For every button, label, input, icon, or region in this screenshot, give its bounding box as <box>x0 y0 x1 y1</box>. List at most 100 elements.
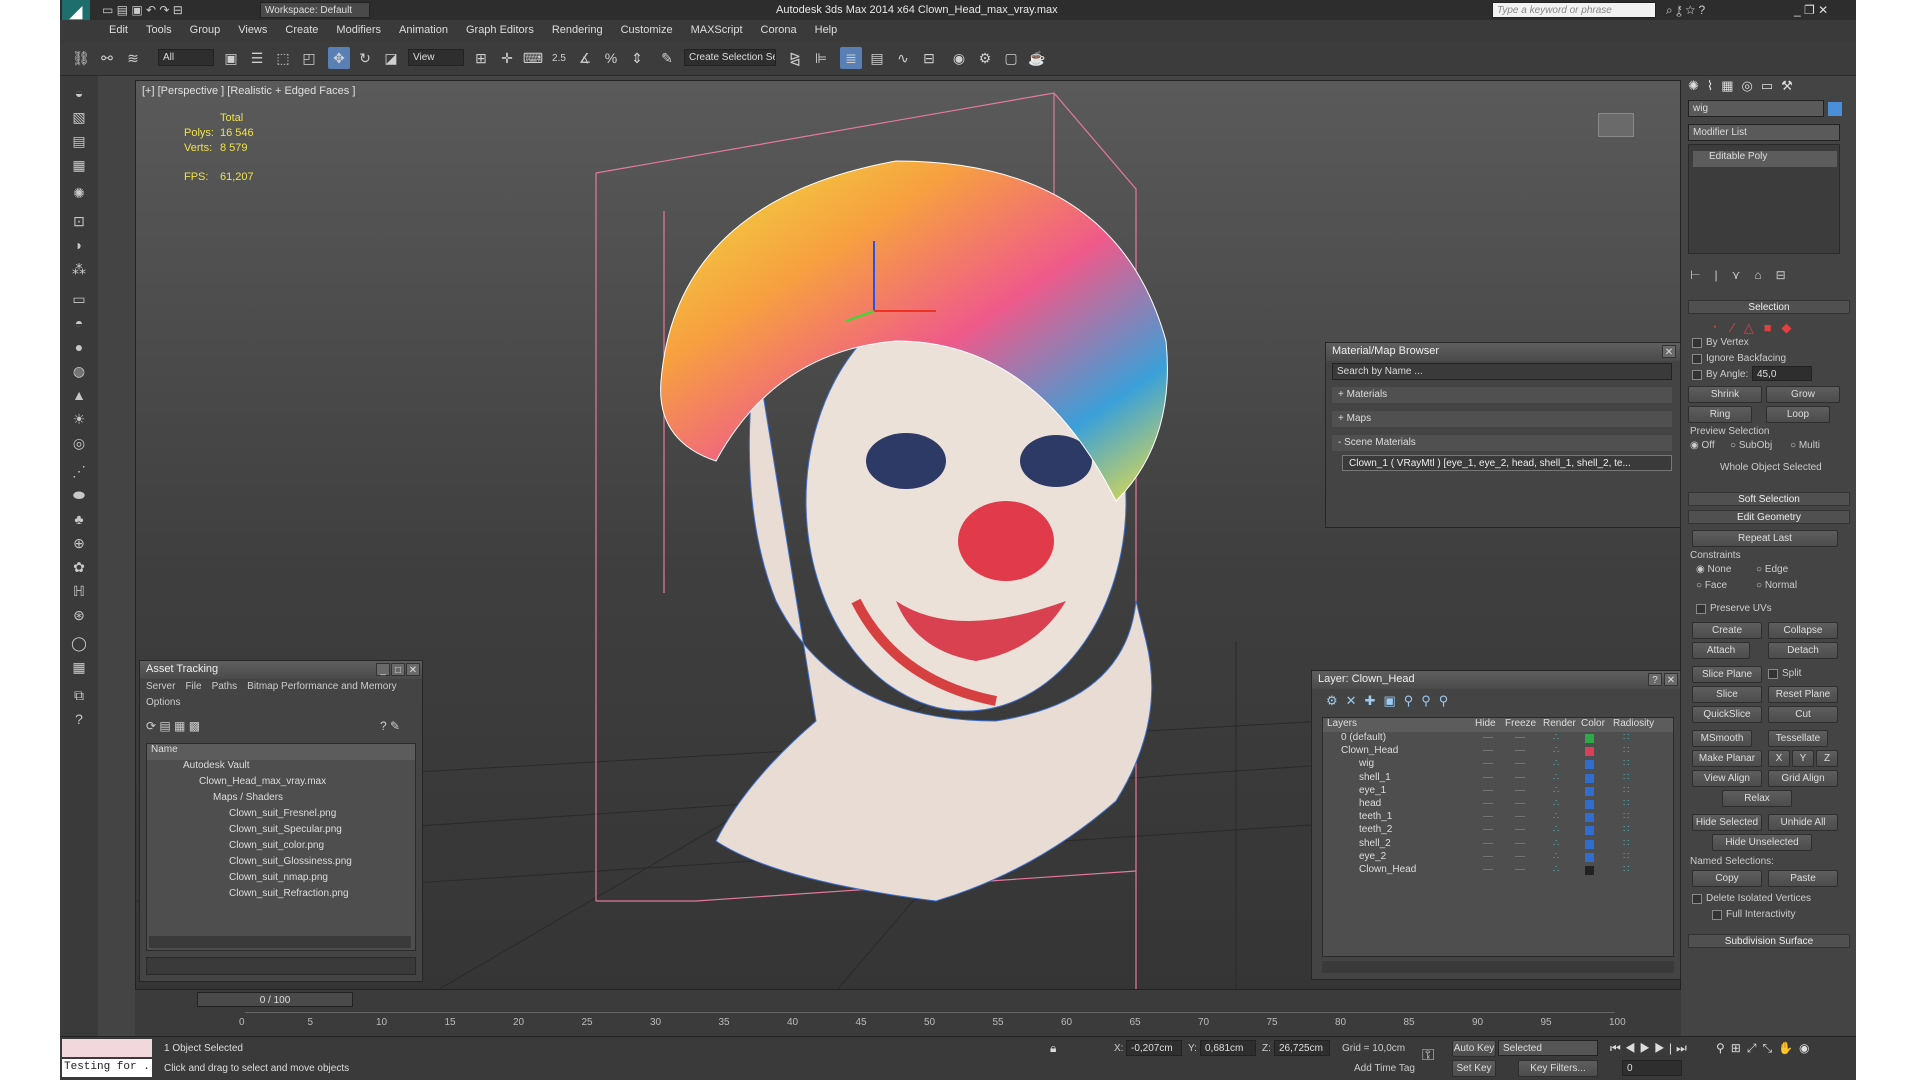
layer-row[interactable]: teeth_1 — — ∴ ∷ <box>1323 811 1673 824</box>
document-icon[interactable]: ▤ <box>67 130 91 152</box>
auto-key-button[interactable]: Auto Key <box>1452 1040 1496 1057</box>
menu-options[interactable]: Options <box>146 697 180 708</box>
rect-selection-icon[interactable]: ⬚ <box>272 47 294 69</box>
full-interactivity-checkbox[interactable] <box>1712 910 1722 920</box>
freeze-toggle[interactable]: — <box>1515 745 1525 756</box>
asset-item[interactable]: Clown_suit_nmap.png <box>229 872 328 888</box>
menu-corona[interactable]: Corona <box>752 20 806 36</box>
object-color-swatch[interactable] <box>1828 102 1842 116</box>
radiosity-icon[interactable]: ∷ <box>1623 745 1629 756</box>
menu-graph-editors[interactable]: Graph Editors <box>457 20 543 36</box>
percent-snap-icon[interactable]: % <box>600 47 622 69</box>
close-button[interactable]: ✕ <box>406 663 420 676</box>
subobject-icons[interactable]: ⠂⁄△■◆ <box>1712 320 1802 336</box>
snaps-toggle[interactable]: 2.5 <box>548 47 570 69</box>
radiosity-icon[interactable]: ∷ <box>1623 785 1629 796</box>
keyboard-shortcut-icon[interactable]: ⌨ <box>522 47 544 69</box>
layer-manager-title[interactable]: Layer: Clown_Head <box>1312 671 1680 689</box>
layer-color-swatch[interactable] <box>1585 773 1594 783</box>
cut-button[interactable]: Cut <box>1768 706 1838 723</box>
paste-button[interactable]: Paste <box>1768 870 1838 887</box>
menu-create[interactable]: Create <box>276 20 327 36</box>
render-setup-icon[interactable]: ⚙ <box>974 47 996 69</box>
close-button[interactable]: ✕ <box>1662 345 1676 358</box>
select-object-icon[interactable]: ▣ <box>220 47 242 69</box>
time-slider[interactable]: 0 / 100 <box>197 992 353 1007</box>
layer-row[interactable]: Clown_Head — — ∴ ∷ <box>1323 864 1673 877</box>
layer-row[interactable]: 0 (default) — — ∴ ∷ <box>1323 732 1673 745</box>
subdivision-surface-rollout[interactable]: Subdivision Surface <box>1688 934 1850 948</box>
select-scale-icon[interactable]: ◪ <box>380 47 402 69</box>
help-icon[interactable]: ? <box>67 708 91 730</box>
spinner-snap-icon[interactable]: ⇕ <box>626 47 648 69</box>
sphere-icon[interactable]: ● <box>67 336 91 358</box>
render-teapot-icon[interactable]: ∴ <box>1553 772 1559 783</box>
helper-icon[interactable]: ◗ <box>67 234 91 256</box>
tessellate-button[interactable]: Tessellate <box>1768 730 1828 747</box>
sun-icon[interactable]: ☀ <box>67 408 91 430</box>
unhide-all-button[interactable]: Unhide All <box>1768 814 1838 831</box>
asset-column-name[interactable]: Name <box>147 744 415 760</box>
align-icon[interactable]: ⊫ <box>810 47 832 69</box>
pill-icon[interactable]: ⬬ <box>67 484 91 506</box>
radiosity-icon[interactable]: ∷ <box>1623 838 1629 849</box>
constraint-none-radio[interactable]: ◉ None <box>1696 564 1731 575</box>
ball-icon[interactable]: ◯ <box>67 632 91 654</box>
bind-space-warp-icon[interactable]: ≋ <box>122 47 144 69</box>
relax-button[interactable]: Relax <box>1722 790 1792 807</box>
layer-manager-icon[interactable]: ≣ <box>840 47 862 69</box>
grid-align-button[interactable]: Grid Align <box>1768 770 1838 787</box>
mirror-icon[interactable]: ⧎ <box>784 47 806 69</box>
menu-tools[interactable]: Tools <box>137 20 181 36</box>
render-teapot-icon[interactable]: ∴ <box>1553 838 1559 849</box>
quickslice-button[interactable]: QuickSlice <box>1692 706 1762 723</box>
radiosity-icon[interactable]: ∷ <box>1623 758 1629 769</box>
render-teapot-icon[interactable]: ∴ <box>1553 864 1559 875</box>
x-coord-field[interactable]: -0,207cm <box>1126 1040 1182 1056</box>
layer-color-swatch[interactable] <box>1585 826 1594 836</box>
preview-subobj-radio[interactable]: ○ SubObj <box>1730 440 1772 451</box>
image-icon[interactable]: ▧ <box>67 106 91 128</box>
material-search-input[interactable]: Search by Name ... <box>1332 363 1672 380</box>
clown-nose[interactable] <box>958 501 1054 581</box>
hide-toggle[interactable]: — <box>1483 785 1493 796</box>
shrink-button[interactable]: Shrink <box>1688 386 1762 403</box>
menu-group[interactable]: Group <box>181 20 230 36</box>
radiosity-icon[interactable]: ∷ <box>1623 864 1629 875</box>
constraint-normal-radio[interactable]: ○ Normal <box>1756 580 1797 591</box>
layer-row[interactable]: head — — ∴ ∷ <box>1323 798 1673 811</box>
menu-edit[interactable]: Edit <box>100 20 137 36</box>
loop-button[interactable]: Loop <box>1766 406 1830 423</box>
menu-customize[interactable]: Customize <box>612 20 682 36</box>
radiosity-icon[interactable]: ∷ <box>1623 851 1629 862</box>
key-icon[interactable]: ⚿ <box>1422 1047 1434 1065</box>
freeze-toggle[interactable]: — <box>1515 785 1525 796</box>
maxscript-listener-pink[interactable] <box>62 1039 152 1057</box>
msmooth-button[interactable]: MSmooth <box>1692 730 1752 747</box>
selection-filter-dropdown[interactable]: All <box>158 49 214 66</box>
constraint-edge-radio[interactable]: ○ Edge <box>1756 564 1788 575</box>
view-align-button[interactable]: View Align <box>1692 770 1762 787</box>
freeze-toggle[interactable]: — <box>1515 811 1525 822</box>
render-teapot-icon[interactable]: ∴ <box>1553 824 1559 835</box>
curve-editor-icon[interactable]: ∿ <box>892 47 914 69</box>
infocenter-icons[interactable]: ⌕ ⚷ ☆ ? <box>1666 3 1705 18</box>
freeze-toggle[interactable]: — <box>1515 772 1525 783</box>
tree-icon[interactable]: ♣ <box>67 508 91 530</box>
select-rotate-icon[interactable]: ↻ <box>354 47 376 69</box>
add-time-tag[interactable]: Add Time Tag <box>1354 1063 1415 1074</box>
reset-plane-button[interactable]: Reset Plane <box>1768 686 1838 703</box>
asset-item[interactable]: Clown_suit_color.png <box>229 840 324 856</box>
key-filters-button[interactable]: Key Filters... <box>1518 1060 1598 1077</box>
by-angle-checkbox[interactable] <box>1692 370 1702 380</box>
render-production-icon[interactable]: ☕ <box>1026 47 1048 69</box>
help-search-input[interactable]: Type a keyword or phrase <box>1492 2 1656 18</box>
hide-toggle[interactable]: — <box>1483 851 1493 862</box>
delete-isolated-checkbox[interactable] <box>1692 894 1702 904</box>
select-manipulate-icon[interactable]: ✛ <box>496 47 518 69</box>
constraint-face-radio[interactable]: ○ Face <box>1696 580 1727 591</box>
render-teapot-icon[interactable]: ∴ <box>1553 785 1559 796</box>
angle-snap-icon[interactable]: ∡ <box>574 47 596 69</box>
asset-item[interactable]: Clown_Head_max_vray.max <box>199 776 326 792</box>
globe-icon[interactable]: ⊕ <box>67 532 91 554</box>
